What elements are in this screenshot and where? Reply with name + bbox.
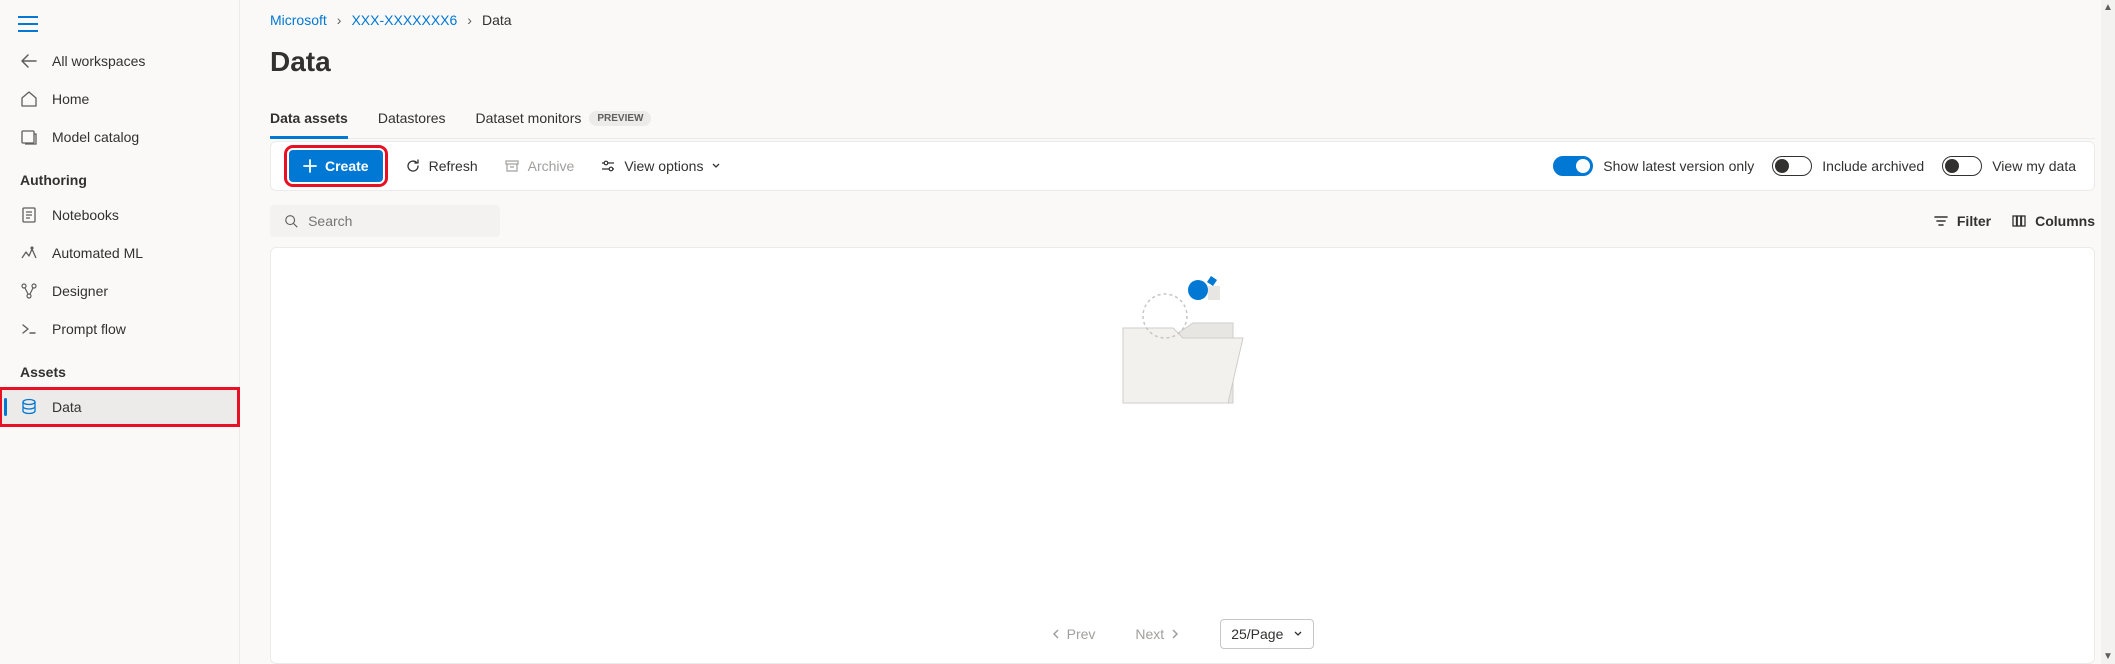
- toggle-switch[interactable]: [1772, 156, 1812, 176]
- hamburger-menu[interactable]: [0, 10, 239, 42]
- prompt-flow-icon: [20, 320, 38, 338]
- tab-dataset-monitors[interactable]: Dataset monitors PREVIEW: [476, 102, 652, 138]
- search-box[interactable]: [270, 205, 500, 237]
- select-label: 25/Page: [1231, 626, 1283, 642]
- sidebar-item-label: Model catalog: [52, 129, 139, 145]
- sidebar-item-label: Automated ML: [52, 245, 143, 261]
- empty-state-illustration: [1103, 268, 1263, 418]
- sidebar-item-label: Prompt flow: [52, 321, 126, 337]
- page-size-select[interactable]: 25/Page: [1220, 619, 1314, 649]
- sidebar-home[interactable]: Home: [0, 80, 239, 118]
- arrow-left-icon: [20, 52, 38, 70]
- tab-label: Dataset monitors: [476, 110, 582, 126]
- toolbar: Create Refresh Archive View options Show…: [270, 141, 2095, 191]
- toggle-view-my-data[interactable]: View my data: [1942, 156, 2076, 176]
- chevron-right-icon: ›: [467, 12, 472, 28]
- sidebar-item-label: Home: [52, 91, 89, 107]
- page-title: Data: [270, 46, 2095, 78]
- prev-page-button: Prev: [1051, 626, 1096, 642]
- sidebar-section-assets: Assets: [0, 348, 239, 388]
- button-label: View options: [624, 158, 703, 174]
- search-input[interactable]: [308, 213, 486, 229]
- chevron-right-icon: ›: [337, 12, 342, 28]
- sidebar-all-workspaces[interactable]: All workspaces: [0, 42, 239, 80]
- refresh-icon: [405, 158, 421, 174]
- main-content: Microsoft › XXX-XXXXXXX6 › Data Data Dat…: [240, 0, 2115, 664]
- pagination: Prev Next 25/Page: [271, 605, 2094, 663]
- sidebar-data[interactable]: Data: [0, 388, 239, 426]
- home-icon: [20, 90, 38, 108]
- main-scrollbar[interactable]: [2101, 0, 2115, 664]
- filter-icon: [1933, 213, 1949, 229]
- breadcrumb-current: Data: [482, 12, 512, 28]
- filter-button[interactable]: Filter: [1933, 213, 1991, 229]
- search-row: Filter Columns: [270, 205, 2095, 237]
- search-icon: [284, 213, 298, 229]
- hamburger-icon: [18, 16, 38, 32]
- chevron-right-icon: [1170, 628, 1180, 640]
- button-label: Refresh: [429, 158, 478, 174]
- sidebar-item-label: All workspaces: [52, 53, 145, 69]
- tab-data-assets[interactable]: Data assets: [270, 102, 348, 138]
- sidebar-section-authoring: Authoring: [0, 156, 239, 196]
- designer-icon: [20, 282, 38, 300]
- toggle-switch[interactable]: [1553, 156, 1593, 176]
- data-icon: [20, 398, 38, 416]
- view-options-button[interactable]: View options: [596, 152, 725, 180]
- notebook-icon: [20, 206, 38, 224]
- breadcrumb: Microsoft › XXX-XXXXXXX6 › Data: [270, 12, 2095, 28]
- sidebar-item-label: Data: [52, 399, 82, 415]
- tab-label: Datastores: [378, 110, 446, 126]
- catalog-icon: [20, 128, 38, 146]
- sidebar-item-label: Notebooks: [52, 207, 119, 223]
- sidebar-automated-ml[interactable]: Automated ML: [0, 234, 239, 272]
- breadcrumb-root[interactable]: Microsoft: [270, 12, 327, 28]
- plus-icon: [303, 159, 317, 173]
- tab-label: Data assets: [270, 110, 348, 126]
- create-button[interactable]: Create: [289, 150, 383, 182]
- automated-ml-icon: [20, 244, 38, 262]
- toggle-label: View my data: [1992, 158, 2076, 174]
- sidebar-designer[interactable]: Designer: [0, 272, 239, 310]
- tab-datastores[interactable]: Datastores: [378, 102, 446, 138]
- toggle-include-archived[interactable]: Include archived: [1772, 156, 1924, 176]
- toggle-label: Include archived: [1822, 158, 1924, 174]
- button-label: Filter: [1957, 213, 1991, 229]
- archive-icon: [504, 158, 520, 174]
- button-label: Archive: [528, 158, 575, 174]
- chevron-down-icon: [1293, 629, 1303, 639]
- columns-icon: [2011, 213, 2027, 229]
- sidebar-notebooks[interactable]: Notebooks: [0, 196, 239, 234]
- chevron-down-icon: [711, 161, 721, 171]
- sidebar-prompt-flow[interactable]: Prompt flow: [0, 310, 239, 348]
- columns-button[interactable]: Columns: [2011, 213, 2095, 229]
- toggle-show-latest[interactable]: Show latest version only: [1553, 156, 1754, 176]
- archive-button: Archive: [500, 152, 579, 180]
- button-label: Prev: [1067, 626, 1096, 642]
- tabs: Data assets Datastores Dataset monitors …: [270, 102, 2095, 139]
- refresh-button[interactable]: Refresh: [401, 152, 482, 180]
- sidebar: All workspaces Home Model catalog Author…: [0, 0, 240, 664]
- button-label: Next: [1135, 626, 1164, 642]
- toggle-switch[interactable]: [1942, 156, 1982, 176]
- content-panel: Prev Next 25/Page: [270, 247, 2095, 664]
- breadcrumb-workspace[interactable]: XXX-XXXXXXX6: [351, 12, 457, 28]
- button-label: Columns: [2035, 213, 2095, 229]
- sidebar-item-label: Designer: [52, 283, 108, 299]
- button-label: Create: [325, 158, 369, 174]
- toggle-label: Show latest version only: [1603, 158, 1754, 174]
- next-page-button: Next: [1135, 626, 1180, 642]
- sidebar-model-catalog[interactable]: Model catalog: [0, 118, 239, 156]
- sliders-icon: [600, 158, 616, 174]
- preview-badge: PREVIEW: [589, 111, 651, 126]
- chevron-left-icon: [1051, 628, 1061, 640]
